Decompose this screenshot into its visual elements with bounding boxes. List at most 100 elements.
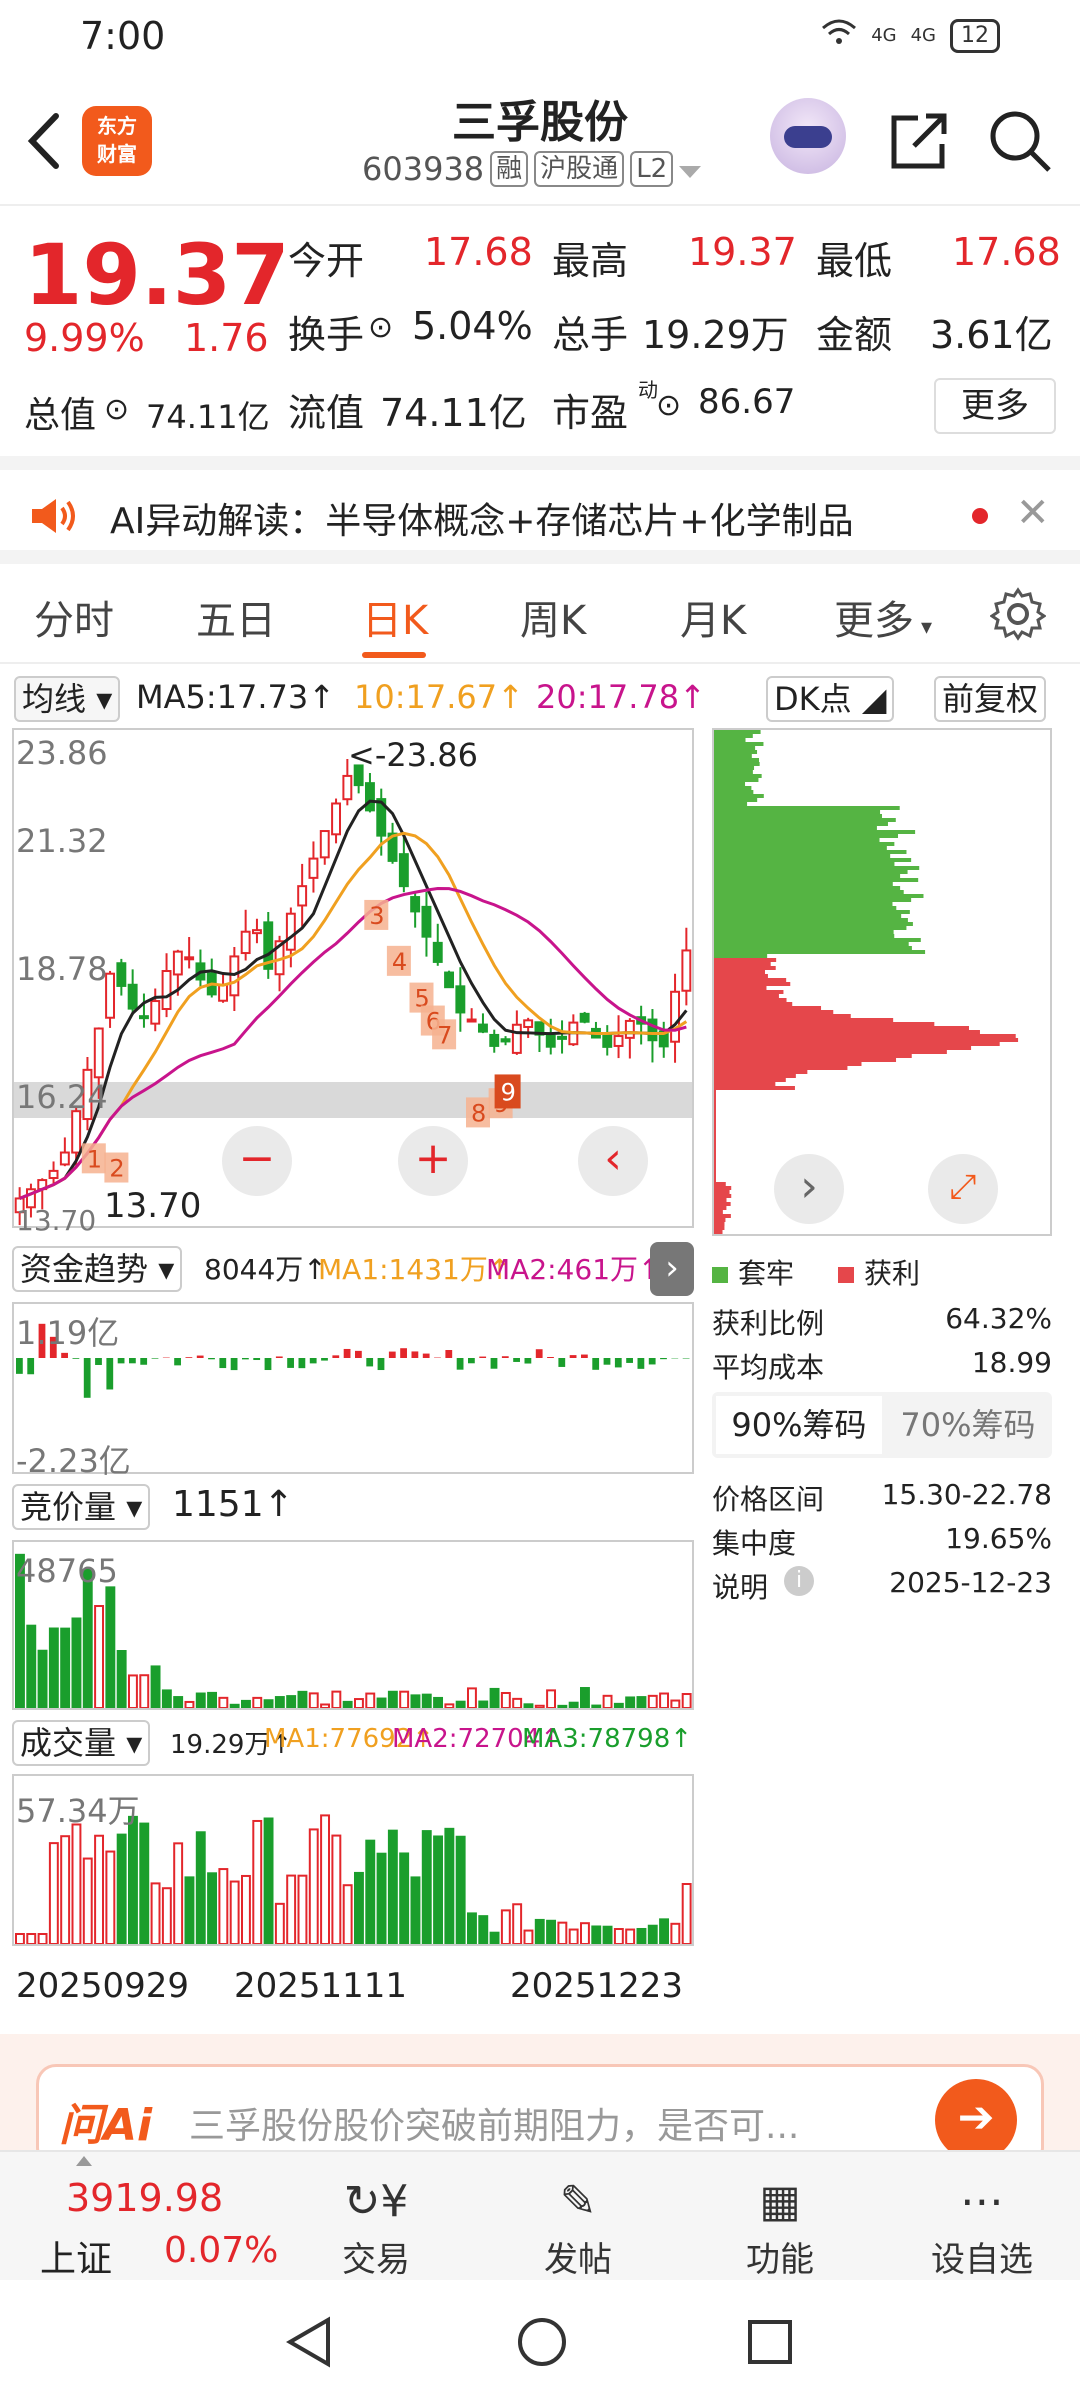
settings-icon[interactable]: [989, 586, 1047, 646]
share-icon[interactable]: [884, 106, 954, 176]
dk-point-toggle[interactable]: DK点 ◢: [766, 676, 895, 722]
tab-more[interactable]: 更多 ▾: [834, 588, 932, 646]
chip-bar: [714, 866, 920, 870]
candle: [455, 985, 466, 1014]
volume-bar: [331, 1834, 342, 1944]
chip-bar: [714, 1198, 727, 1202]
candle: [184, 956, 195, 961]
candle: [602, 1034, 613, 1048]
chip-70-button[interactable]: 70%筹码: [888, 1396, 1048, 1454]
auction-bar: [410, 1694, 421, 1708]
info-icon[interactable]: i: [784, 1566, 814, 1596]
zoom-in-button[interactable]: +: [398, 1126, 468, 1196]
zoom-out-button[interactable]: −: [222, 1126, 292, 1196]
funds-bar: [196, 1355, 204, 1358]
search-icon[interactable]: [985, 106, 1055, 176]
more-quote-button[interactable]: 更多: [934, 378, 1056, 434]
funds-bar: [275, 1356, 283, 1358]
chip-bar: [714, 1230, 723, 1234]
funds-select[interactable]: 资金趋势 ▾: [12, 1246, 183, 1292]
back-icon[interactable]: [284, 2316, 332, 2372]
tab-five-day[interactable]: 五日: [196, 588, 276, 646]
chip-bar: [714, 886, 901, 890]
auction-bar: [455, 1700, 466, 1708]
volume-bar: [15, 1933, 25, 1944]
signal-marker-label: 8: [471, 1099, 486, 1127]
index-pct[interactable]: 0.07%: [164, 2230, 278, 2271]
volume-bar: [670, 1922, 681, 1944]
close-icon[interactable]: ✕: [1016, 490, 1050, 536]
nav-trade[interactable]: ↻¥ 交易: [306, 2172, 446, 2281]
info-icon[interactable]: ⊙: [368, 310, 393, 345]
chip-bar: [714, 734, 753, 738]
chip-90-button[interactable]: 90%筹码: [716, 1396, 882, 1454]
tab-intraday[interactable]: 分时: [34, 588, 114, 646]
last-price: 19.37: [24, 226, 290, 324]
chip-bar: [714, 802, 748, 806]
chip-bar: [714, 758, 760, 762]
volume-select[interactable]: 成交量 ▾: [12, 1720, 151, 1766]
chip-bar: [714, 1042, 1000, 1046]
funds-bar: [95, 1358, 102, 1365]
chip-bar: [714, 1218, 726, 1222]
chip-bar: [714, 1074, 796, 1078]
candle: [500, 1038, 511, 1043]
funds-bar: [592, 1358, 600, 1370]
volume-ma3: MA3:78798↑: [522, 1724, 693, 1754]
scroll-left-button[interactable]: ‹: [578, 1126, 648, 1196]
auction-bar: [94, 1605, 105, 1708]
funds-bar: [603, 1358, 611, 1365]
auction-bar: [399, 1690, 410, 1708]
volume-label: 成交量: [20, 1724, 117, 1762]
index-name[interactable]: 上证: [40, 2230, 112, 2282]
nav-watchlist[interactable]: ⋯ 设自选: [912, 2172, 1052, 2281]
tab-weekly-k[interactable]: 周K: [520, 588, 586, 646]
high-value: 19.37: [688, 230, 797, 274]
funds-bar: [648, 1358, 656, 1365]
expand-panel-button[interactable]: ›: [650, 1242, 694, 1296]
date-mid: 20251111: [234, 1966, 408, 2006]
nav-post[interactable]: ✎ 发帖: [508, 2172, 648, 2281]
tab-daily-k[interactable]: 日K: [362, 588, 428, 646]
auction-select[interactable]: 竞价量 ▾: [12, 1484, 151, 1530]
dropdown-icon[interactable]: [679, 150, 702, 188]
info-icon[interactable]: ⊙: [104, 392, 129, 427]
kline-panel[interactable]: 1234567899 23.86 21.32 18.78 16.24 13.70…: [12, 728, 694, 1237]
legend-swatch: [838, 1267, 854, 1283]
chip-distribution-panel: › ⤢: [712, 728, 1052, 1236]
auction-bar: [659, 1692, 670, 1708]
chip-bar: [714, 798, 758, 802]
candle: [432, 941, 443, 963]
expand-icon[interactable]: ⤢: [928, 1154, 998, 1224]
home-icon[interactable]: [516, 2316, 568, 2372]
nav-watchlist-label: 设自选: [931, 2240, 1033, 2280]
status-icons: 4G 4G 12: [821, 18, 1000, 53]
adjust-select[interactable]: 前复权: [934, 676, 1047, 722]
volume-bar: [647, 1924, 658, 1944]
funds-bar: [264, 1358, 272, 1371]
chip-next-button[interactable]: ›: [774, 1154, 844, 1224]
recents-icon[interactable]: [746, 2318, 794, 2370]
funds-bar: [513, 1358, 520, 1362]
indicator-select[interactable]: 均线 ▾: [14, 676, 121, 722]
auction-bar: [26, 1624, 37, 1708]
nav-function[interactable]: ▦ 功能: [710, 2172, 850, 2281]
arrow-right-icon[interactable]: ➔: [935, 2079, 1017, 2161]
ai-banner[interactable]: AI异动解读：半导体概念+存储芯片+化学制品 ✕: [0, 456, 1080, 564]
ai-assistant-icon[interactable]: [770, 98, 846, 174]
volume-bar: [263, 1817, 274, 1944]
volume-bar: [500, 1909, 511, 1944]
tab-monthly-k[interactable]: 月K: [680, 588, 746, 646]
funds-bar: [27, 1358, 35, 1375]
auction-bar: [150, 1665, 161, 1708]
index-value[interactable]: 3919.98: [66, 2176, 223, 2220]
chip-bar: [714, 966, 776, 970]
edit-icon: ✎: [559, 2176, 597, 2227]
funds-bar: [524, 1358, 532, 1364]
volume-bar: [274, 1902, 285, 1944]
auction-bar: [557, 1704, 568, 1708]
candle: [251, 929, 262, 935]
chip-bar: [714, 914, 902, 918]
funds-bar: [72, 1358, 80, 1359]
info-icon[interactable]: ⊙: [656, 388, 681, 423]
